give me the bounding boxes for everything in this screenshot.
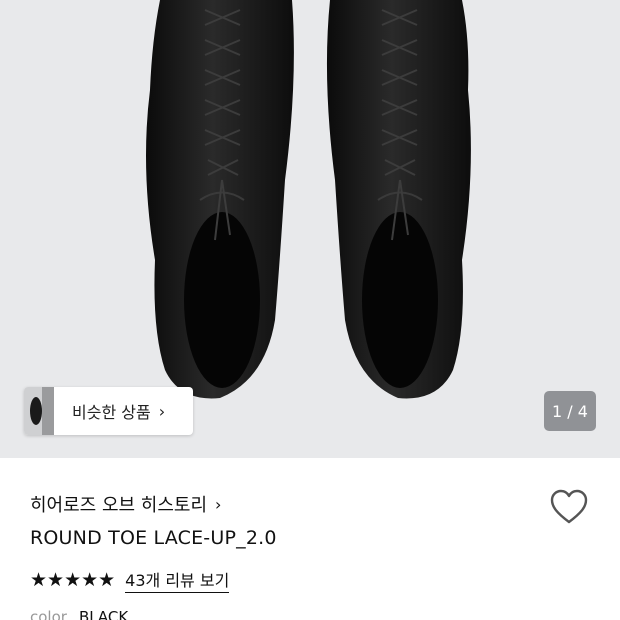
similar-product-thumbnail [24, 387, 54, 435]
color-row: color BLACK [30, 608, 128, 620]
star-rating-icon: ★★★★★ [30, 569, 116, 591]
color-label: color [30, 608, 67, 620]
product-title: ROUND TOE LACE-UP_2.0 [30, 527, 277, 549]
chevron-right-icon: › [158, 401, 166, 421]
review-link[interactable]: 43개 리뷰 보기 [125, 567, 230, 593]
similar-products-label: 비슷한 상품 [72, 403, 151, 422]
brand-name: 히어로즈 오브 히스토리 [30, 495, 208, 516]
product-image-carousel[interactable]: 비슷한 상품 › 1 / 4 [0, 0, 620, 458]
rating-row: ★★★★★ 43개 리뷰 보기 [30, 567, 230, 593]
similar-products-button[interactable]: 비슷한 상품 › [24, 387, 193, 435]
chevron-right-icon: › [215, 494, 222, 514]
brand-link[interactable]: 히어로즈 오브 히스토리 › [30, 491, 221, 517]
heart-outline-icon[interactable] [549, 489, 589, 525]
image-pager: 1 / 4 [544, 391, 596, 431]
color-value: BLACK [78, 608, 129, 620]
